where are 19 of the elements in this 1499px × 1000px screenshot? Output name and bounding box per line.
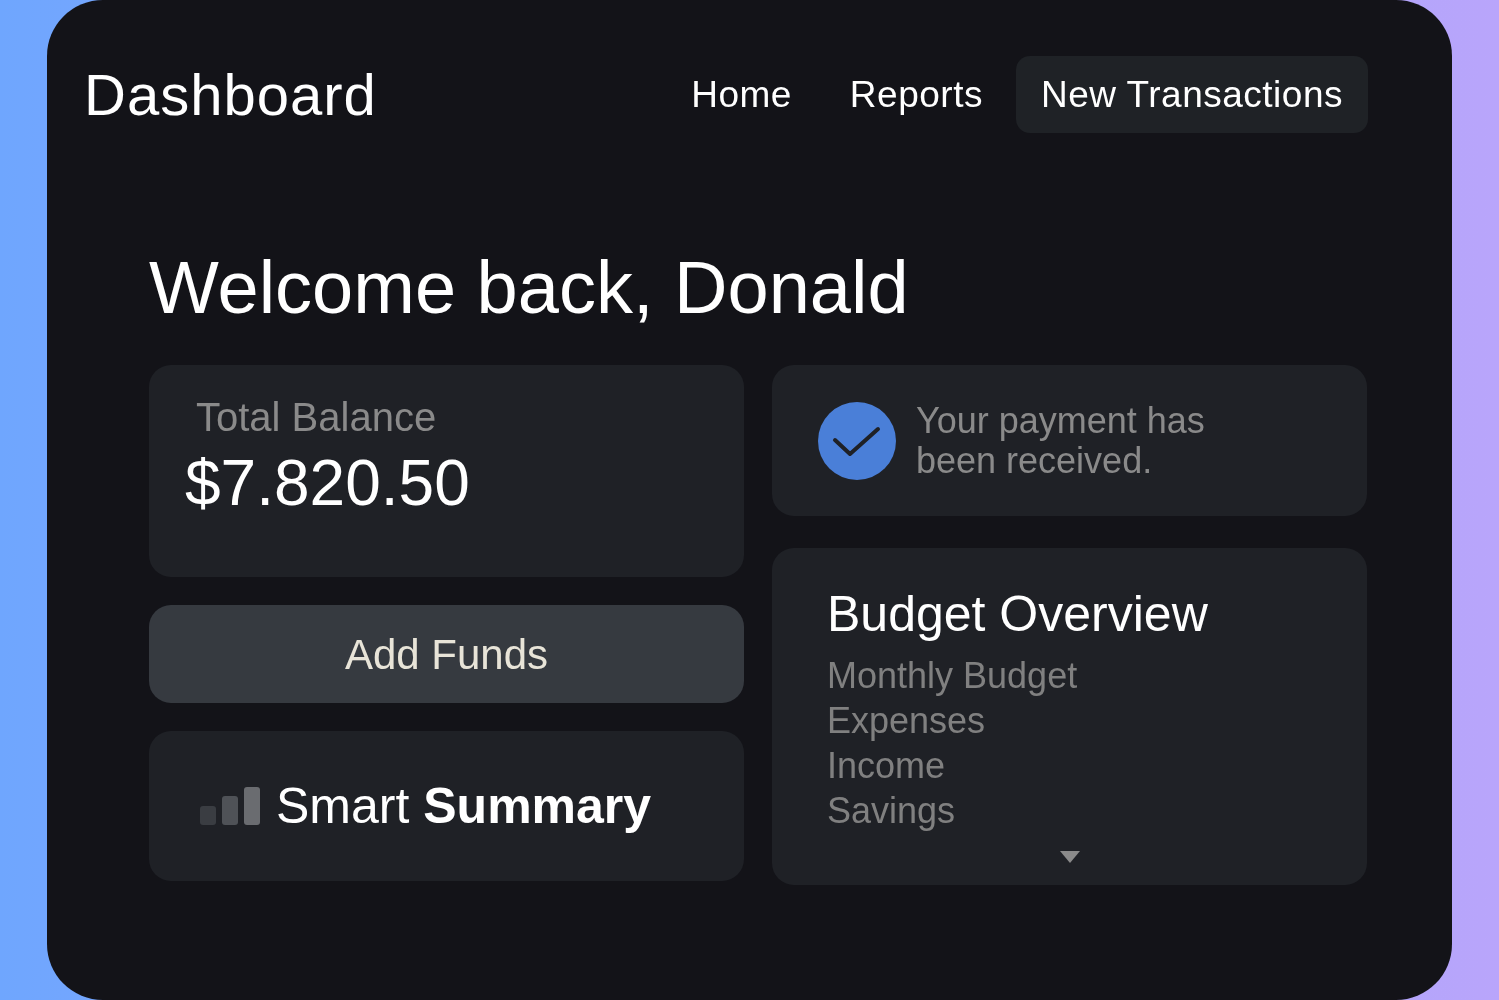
budget-item: Savings [827, 789, 957, 834]
balance-label: Total Balance [195, 394, 438, 442]
balance-amount: $7.820.50 [185, 446, 471, 522]
nav-tab[interactable]: Reports [824, 56, 1008, 133]
caret-down-icon[interactable] [1059, 851, 1080, 864]
bar-chart-icon [200, 787, 260, 826]
smart-summary-card[interactable]: Smart Summary [149, 731, 744, 882]
nav-tab[interactable]: Home [666, 56, 817, 133]
app-title: Dashboard [84, 65, 377, 124]
greeting: Welcome back, Donald [149, 247, 910, 329]
nav-tab[interactable]: New Transactions [1015, 56, 1368, 133]
smart-summary-title: Smart Summary [276, 777, 652, 837]
payment-message: Your payment has been received. [916, 400, 1206, 481]
add-funds-button[interactable]: Add Funds [149, 605, 744, 704]
budget-item: Monthly Budget [827, 654, 1079, 699]
budget-item: Income [827, 744, 947, 789]
check-circle-icon [818, 401, 896, 480]
budget-title: Budget Overview [827, 585, 1209, 645]
budget-item: Expenses [827, 699, 987, 744]
